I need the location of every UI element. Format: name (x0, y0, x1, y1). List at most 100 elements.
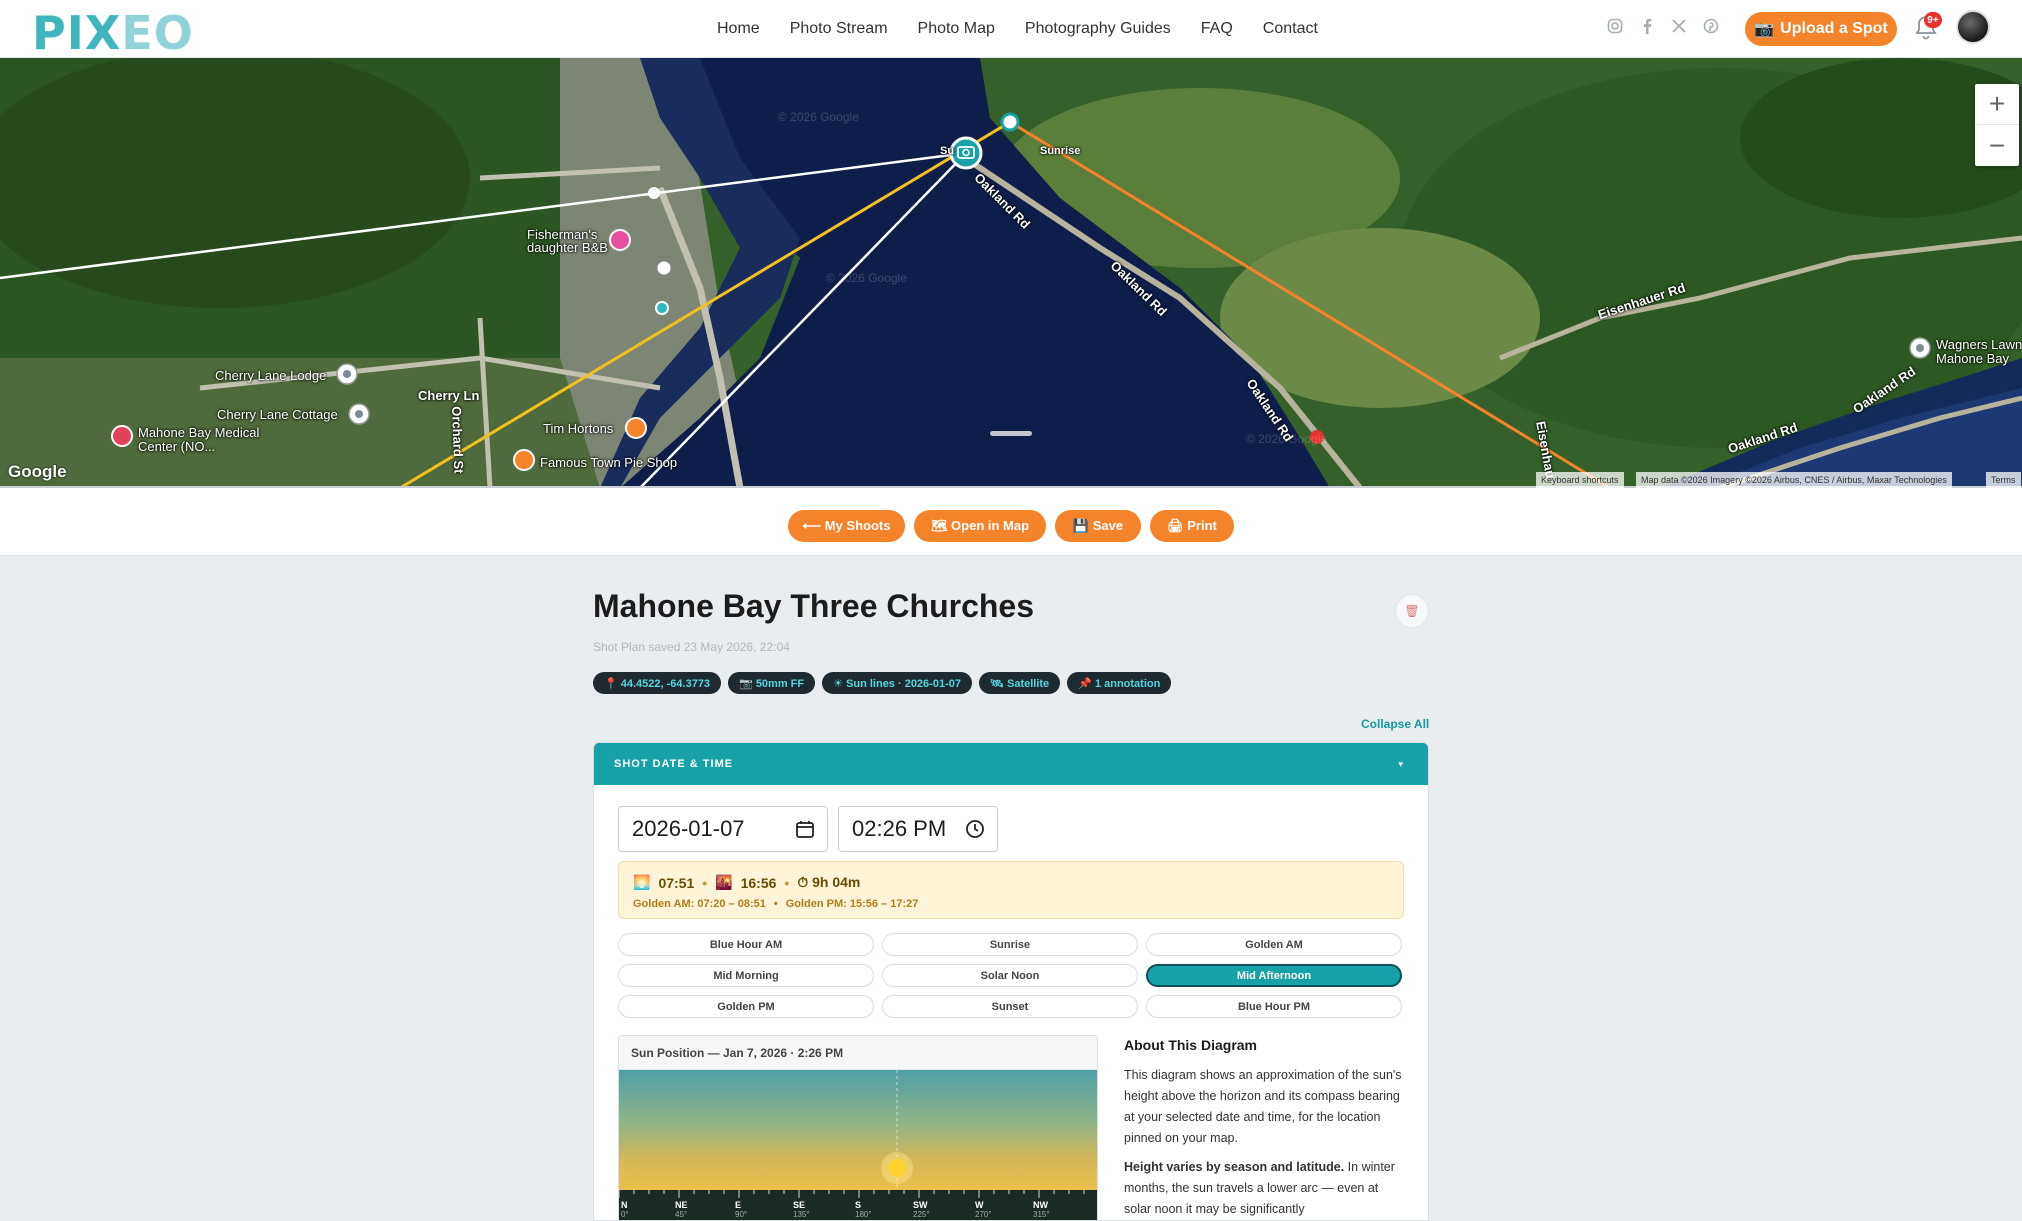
sunrise-time: 07:51 (658, 874, 695, 891)
plan-chips: 📍 44.4522, -64.3773 📷 50mm FF ☀ Sun line… (593, 672, 1172, 694)
my-shoots-button[interactable]: ⟵ My Shoots (788, 510, 905, 542)
zoom-in-button[interactable]: + (1975, 84, 2019, 125)
map-label-cherry-ln: Cherry Ln (418, 388, 480, 403)
map-label-wagners[interactable]: Wagners Lawn Mahone Bay (1936, 338, 2022, 366)
trash-icon[interactable]: 🗑 (1395, 594, 1429, 628)
preset-mid-afternoon[interactable]: Mid Afternoon (1146, 964, 1402, 987)
nav-photography-guides[interactable]: Photography Guides (1025, 20, 1171, 38)
about-paragraph-2: Height varies by season and latitude. In… (1124, 1160, 1395, 1216)
diagram-title: Sun Position — Jan 7, 2026 · 2:26 PM (619, 1036, 1097, 1070)
compass-w: W 270° (975, 1200, 992, 1219)
preset-blue-hour-am[interactable]: Blue Hour AM (618, 933, 874, 956)
compass-strip: N 0° NE 45° E 90° SE 135° S 180° SW 225° W 270°… (619, 1190, 1097, 1220)
map-label-tim-hortons[interactable]: Tim Hortons (543, 421, 613, 436)
sun-position-diagram: Sun Position — Jan 7, 2026 · 2:26 PM N 0… (618, 1035, 1098, 1220)
pinterest-icon[interactable] (1702, 17, 1720, 35)
sunset-icon: 🌇 (715, 874, 733, 890)
chip-annotations: 📌 1 annotation (1067, 672, 1172, 694)
map-label-pie-shop[interactable]: Famous Town Pie Shop (540, 455, 677, 470)
collapse-all-link[interactable]: Collapse All (1361, 717, 1429, 731)
golden-pm-range: Golden PM: 15:56 – 17:27 (785, 898, 919, 910)
facebook-icon[interactable] (1638, 17, 1656, 35)
calendar-icon[interactable] (795, 819, 815, 839)
map-watermark-1: © 2026 Google (778, 110, 859, 124)
chip-lens: 📷 50mm FF (728, 672, 816, 694)
satellite-map[interactable]: Fisherman's daughter B&B Cherry Lane Lod… (0, 58, 2022, 488)
saved-timestamp: Shot Plan saved 23 May 2026, 22:04 (593, 640, 790, 654)
compass-se: SE 135° (793, 1200, 810, 1219)
zoom-out-button[interactable]: − (1975, 125, 2019, 166)
map-watermark-2: © 2026 Google (826, 271, 907, 285)
map-label-orchard-st: Orchard St (449, 406, 467, 474)
compass-s: S 180° (855, 1200, 872, 1219)
keyboard-shortcuts-link[interactable]: Keyboard shortcuts (1536, 472, 1624, 488)
about-diagram-heading: About This Diagram (1124, 1037, 1258, 1053)
nav-contact[interactable]: Contact (1263, 20, 1318, 38)
preset-golden-am[interactable]: Golden AM (1146, 933, 1402, 956)
avatar[interactable] (1956, 10, 1990, 44)
compass-ne: NE 45° (675, 1200, 688, 1219)
map-canvas (0, 58, 2022, 488)
compass-n: N 0° (621, 1200, 629, 1219)
day-length: ⏱ 9h 04m (797, 874, 861, 890)
compass-sw: SW 225° (913, 1200, 930, 1219)
clock-icon[interactable] (965, 819, 985, 839)
map-watermark-3: © 2026 Google (1246, 432, 1327, 446)
about-diagram-text: This diagram shows an approximation of t… (1124, 1065, 1404, 1220)
page-title: Mahone Bay Three Churches (593, 588, 1034, 624)
notification-badge: 9+ (1924, 12, 1942, 28)
zoom-control: + − (1975, 84, 2019, 166)
sunset-time: 16:56 (740, 874, 777, 891)
preset-sunset[interactable]: Sunset (882, 995, 1138, 1018)
about-paragraph-1: This diagram shows an approximation of t… (1124, 1068, 1402, 1145)
top-nav: PIXEO Home Photo Stream Photo Map Photog… (0, 0, 2022, 60)
chip-map-type: 🛰 Satellite (978, 672, 1061, 694)
preset-sunrise[interactable]: Sunrise (882, 933, 1138, 956)
compass-nw: NW 315° (1033, 1200, 1050, 1219)
time-input[interactable]: 02:26 PM (838, 806, 998, 852)
sun-icon (888, 1159, 906, 1177)
shot-date-time-panel: SHOT DATE & TIME ▾ 2026-01-07 02:26 PM 🌅… (593, 742, 1429, 1221)
preset-blue-hour-pm[interactable]: Blue Hour PM (1146, 995, 1402, 1018)
sky-gradient (619, 1070, 1097, 1200)
map-data-attribution: Map data ©2026 Imagery ©2026 Airbus, CNE… (1636, 472, 1952, 488)
nav-faq[interactable]: FAQ (1201, 20, 1233, 38)
sun-times-box: 🌅 07:51 • 🌇 16:56 • ⏱ 9h 04m Golden AM: … (618, 861, 1404, 919)
separator: • (784, 874, 790, 891)
terms-link[interactable]: Terms (1986, 472, 2021, 488)
map-resize-handle[interactable] (990, 431, 1032, 436)
preset-golden-pm[interactable]: Golden PM (618, 995, 874, 1018)
save-button[interactable]: 💾 Save (1055, 510, 1141, 542)
panel-header[interactable]: SHOT DATE & TIME ▾ (594, 743, 1428, 785)
preset-solar-noon[interactable]: Solar Noon (882, 964, 1138, 987)
map-label-cherry-cottage[interactable]: Cherry Lane Cottage (217, 407, 338, 422)
sunrise-icon: 🌅 (633, 874, 651, 890)
golden-am-range: Golden AM: 07:20 – 08:51 (633, 898, 766, 910)
chip-sun-lines: ☀ Sun lines · 2026-01-07 (822, 672, 972, 694)
separator: • (702, 874, 708, 891)
nav-photo-stream[interactable]: Photo Stream (790, 20, 888, 38)
upload-spot-button[interactable]: 📷 Upload a Spot (1745, 12, 1897, 46)
preset-mid-morning[interactable]: Mid Morning (618, 964, 874, 987)
x-icon[interactable] (1670, 17, 1688, 35)
pixeo-logo[interactable]: PIXEO (32, 6, 194, 60)
nav-photo-map[interactable]: Photo Map (918, 20, 995, 38)
camera-icon: 📷 (1754, 21, 1775, 38)
map-label-medical-center[interactable]: Mahone Bay Medical Center (NO... (138, 426, 278, 454)
instagram-icon[interactable] (1606, 17, 1624, 35)
map-label-sunrise: Sunrise (1040, 145, 1081, 157)
social-links (1606, 17, 1720, 35)
map-label-fishermans[interactable]: Fisherman's daughter B&B (527, 228, 611, 255)
time-presets: Blue Hour AM Sunrise Golden AM Mid Morni… (618, 933, 1404, 1018)
print-button[interactable]: 🖨 Print (1150, 510, 1234, 542)
map-label-cherry-lodge[interactable]: Cherry Lane Lodge (215, 368, 326, 383)
chip-coordinates: 📍 44.4522, -64.3773 (593, 672, 722, 694)
main-menu: Home Photo Stream Photo Map Photography … (717, 0, 1348, 58)
nav-home[interactable]: Home (717, 20, 760, 38)
open-in-map-button[interactable]: 🗺 Open in Map (914, 510, 1046, 542)
date-input[interactable]: 2026-01-07 (618, 806, 828, 852)
separator: • (773, 898, 778, 910)
chevron-down-icon: ▾ (1398, 758, 1404, 769)
compass-e: E 90° (735, 1200, 748, 1219)
map-label-sun: Su (940, 145, 955, 157)
